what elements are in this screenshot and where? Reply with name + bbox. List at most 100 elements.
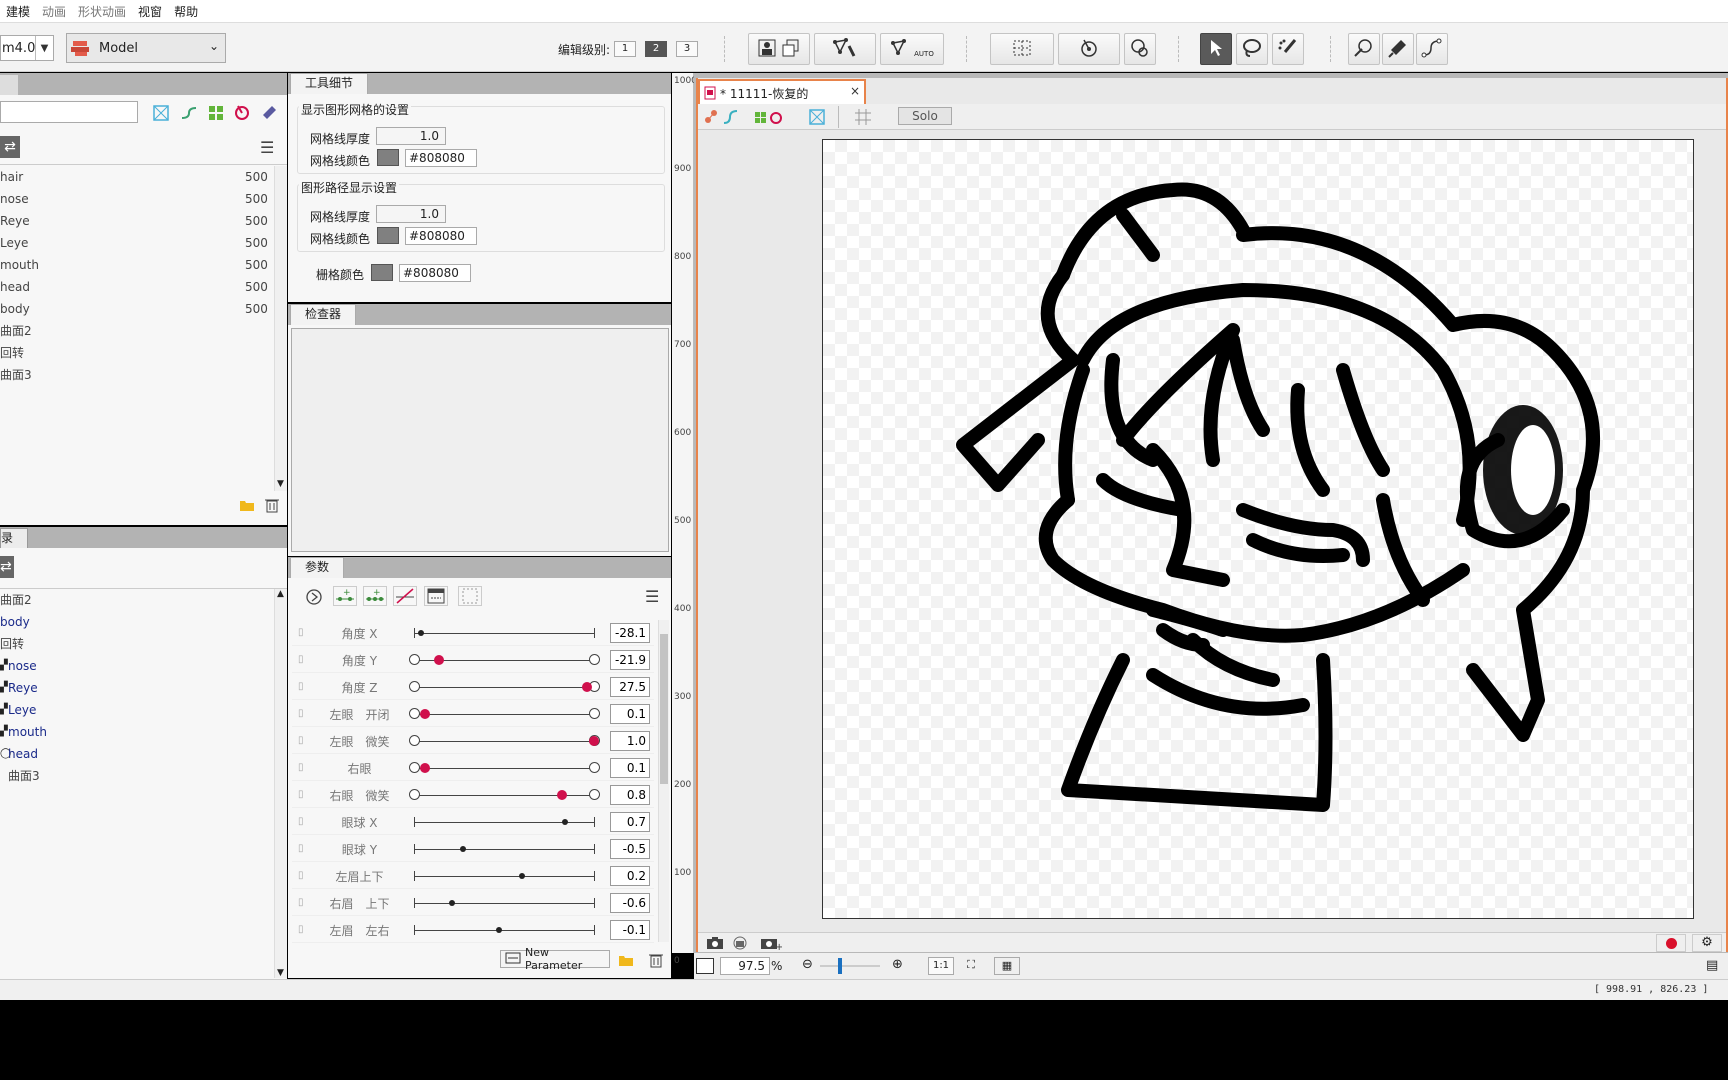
parts-scrollbar[interactable]: ▼ xyxy=(274,166,287,491)
zoom-field[interactable]: 97.5 xyxy=(720,957,770,975)
param-slider-track[interactable] xyxy=(414,903,594,904)
list-item[interactable]: 曲面3 xyxy=(0,364,274,386)
zoom-out-icon[interactable]: ⊖ xyxy=(802,957,813,972)
param-row[interactable]: ▯ 右眼 微笑 0.8 xyxy=(292,781,654,808)
deformer-tab[interactable]: 录 xyxy=(0,528,28,548)
add-key-icon[interactable]: + xyxy=(333,586,357,606)
pin-icon[interactable]: ▯ xyxy=(298,897,304,908)
list-item[interactable]: ◯ head xyxy=(0,743,274,765)
list-item[interactable]: Reye 500 xyxy=(0,210,274,232)
param-row[interactable]: ▯ 角度 Y -21.9 xyxy=(292,646,654,673)
list-item[interactable]: head 500 xyxy=(0,276,274,298)
slider-keyframe-marker[interactable] xyxy=(589,708,600,719)
menu-animation[interactable]: 动画 xyxy=(36,3,72,20)
grid-filter-icon[interactable] xyxy=(207,104,225,125)
model-combo[interactable]: Model ⌄ xyxy=(66,33,226,63)
path-tool-button[interactable] xyxy=(1348,33,1380,65)
param-row[interactable]: ▯ 眼球 Y -0.5 xyxy=(292,835,654,862)
list-item[interactable]: 回转 xyxy=(0,633,274,655)
tab-params[interactable]: 参数 xyxy=(290,557,345,578)
chevron-down-icon[interactable]: ▼ xyxy=(35,36,53,60)
zoom-slider-thumb[interactable] xyxy=(838,958,842,974)
mesh-thickness-field[interactable]: 1.0 xyxy=(376,127,446,145)
param-slider-knob[interactable] xyxy=(589,736,599,746)
edit-level-3[interactable]: 3 xyxy=(676,41,698,57)
rotation-filter-icon[interactable] xyxy=(233,104,251,125)
trash-icon[interactable] xyxy=(265,497,279,516)
list-item[interactable]: ▞ Reye xyxy=(0,677,274,699)
tab-tool-details[interactable]: 工具细节 xyxy=(290,73,369,94)
model-canvas[interactable] xyxy=(822,139,1694,919)
param-value[interactable]: 27.5 xyxy=(610,677,650,697)
grid-show-icon[interactable] xyxy=(854,108,872,129)
mesh-color-swatch[interactable] xyxy=(377,149,399,166)
list-item[interactable]: 曲面2 xyxy=(0,589,274,611)
pen-filter-icon[interactable] xyxy=(260,104,278,125)
play-icon[interactable] xyxy=(305,588,323,609)
param-value[interactable]: 0.1 xyxy=(610,704,650,724)
param-slider-knob[interactable] xyxy=(418,630,425,636)
solo-button[interactable]: Solo xyxy=(898,107,952,125)
param-value[interactable]: 1.0 xyxy=(610,731,650,751)
param-slider-track[interactable] xyxy=(414,876,594,877)
list-item[interactable]: Leye 500 xyxy=(0,232,274,254)
mesh-edit-button[interactable] xyxy=(814,33,876,65)
path-thickness-field[interactable]: 1.0 xyxy=(376,205,446,223)
mesh-show-icon[interactable] xyxy=(808,108,826,129)
pin-icon[interactable]: ▯ xyxy=(298,843,304,854)
param-slider-track[interactable] xyxy=(414,633,594,634)
param-value[interactable]: -0.1 xyxy=(610,920,650,940)
slider-keyframe-marker[interactable] xyxy=(409,681,420,692)
pin-icon[interactable]: ▯ xyxy=(298,789,304,800)
param-value[interactable]: -28.1 xyxy=(610,623,650,643)
param-row[interactable]: ▯ 右眉 上下 -0.6 xyxy=(292,889,654,916)
list-item[interactable]: 回转 xyxy=(0,342,274,364)
param-value[interactable]: -21.9 xyxy=(610,650,650,670)
param-value[interactable]: 0.1 xyxy=(610,758,650,778)
folder-icon[interactable] xyxy=(239,498,255,515)
param-slider-knob[interactable] xyxy=(495,927,502,933)
param-row[interactable]: ▯ 角度 X -28.1 xyxy=(292,619,654,646)
slider-keyframe-marker[interactable] xyxy=(409,654,420,665)
param-row[interactable]: ▯ 角度 Z 27.5 xyxy=(292,673,654,700)
swap-icon[interactable]: ⇄ xyxy=(0,556,14,578)
mesh-filter-icon[interactable] xyxy=(152,104,170,125)
new-parameter-button[interactable]: New Parameter xyxy=(500,946,610,972)
warp-rotate-show-icon[interactable] xyxy=(754,109,784,128)
version-combo[interactable]: m4.0 ▼ xyxy=(0,35,54,61)
rotation-deformer-button[interactable] xyxy=(1058,33,1120,65)
param-row[interactable]: ▯ 左眼 微笑 1.0 xyxy=(292,727,654,754)
param-slider-knob[interactable] xyxy=(519,873,525,879)
param-value[interactable]: -0.5 xyxy=(610,839,650,859)
param-slider-knob[interactable] xyxy=(419,709,430,719)
param-slider-knob[interactable] xyxy=(459,846,466,852)
param-slider-knob[interactable] xyxy=(434,655,445,665)
slider-keyframe-marker[interactable] xyxy=(409,708,420,719)
params-scrollbar[interactable] xyxy=(658,620,669,942)
pin-icon[interactable]: ▯ xyxy=(298,735,304,746)
param-slider-knob[interactable] xyxy=(448,900,455,906)
pin-icon[interactable]: ▯ xyxy=(298,627,304,638)
slider-keyframe-marker[interactable] xyxy=(589,762,600,773)
camera-icon[interactable] xyxy=(706,935,724,954)
deformer-show-icon[interactable] xyxy=(704,109,740,128)
param-slider-track[interactable] xyxy=(414,741,594,742)
grid-color-field[interactable]: #808080 xyxy=(399,264,471,282)
slider-keyframe-marker[interactable] xyxy=(589,789,600,800)
deformer-scrollbar[interactable]: ▲ ▼ xyxy=(274,589,287,978)
list-item[interactable]: body xyxy=(0,611,274,633)
parts-search-input[interactable] xyxy=(0,101,138,123)
zoom-slider[interactable] xyxy=(820,958,880,974)
param-row[interactable]: ▯ 左眉 左右 -0.1 xyxy=(292,916,654,943)
list-item[interactable]: 曲面3 xyxy=(0,765,274,787)
param-row[interactable]: ▯ 右眼 0.1 xyxy=(292,754,654,781)
fit-screen-icon[interactable]: ⛶ xyxy=(958,957,984,975)
brush-tool-button[interactable] xyxy=(1272,33,1304,65)
gear-icon[interactable]: ⚙ xyxy=(1692,934,1722,952)
menu-shape-animation[interactable]: 形状动画 xyxy=(72,3,132,20)
param-row[interactable]: ▯ 眼球 X 0.7 xyxy=(292,808,654,835)
slider-keyframe-marker[interactable] xyxy=(409,789,420,800)
pin-icon[interactable]: ▯ xyxy=(298,654,304,665)
list-item[interactable]: body 500 xyxy=(0,298,274,320)
tab-inspector[interactable]: 检查器 xyxy=(290,304,357,325)
